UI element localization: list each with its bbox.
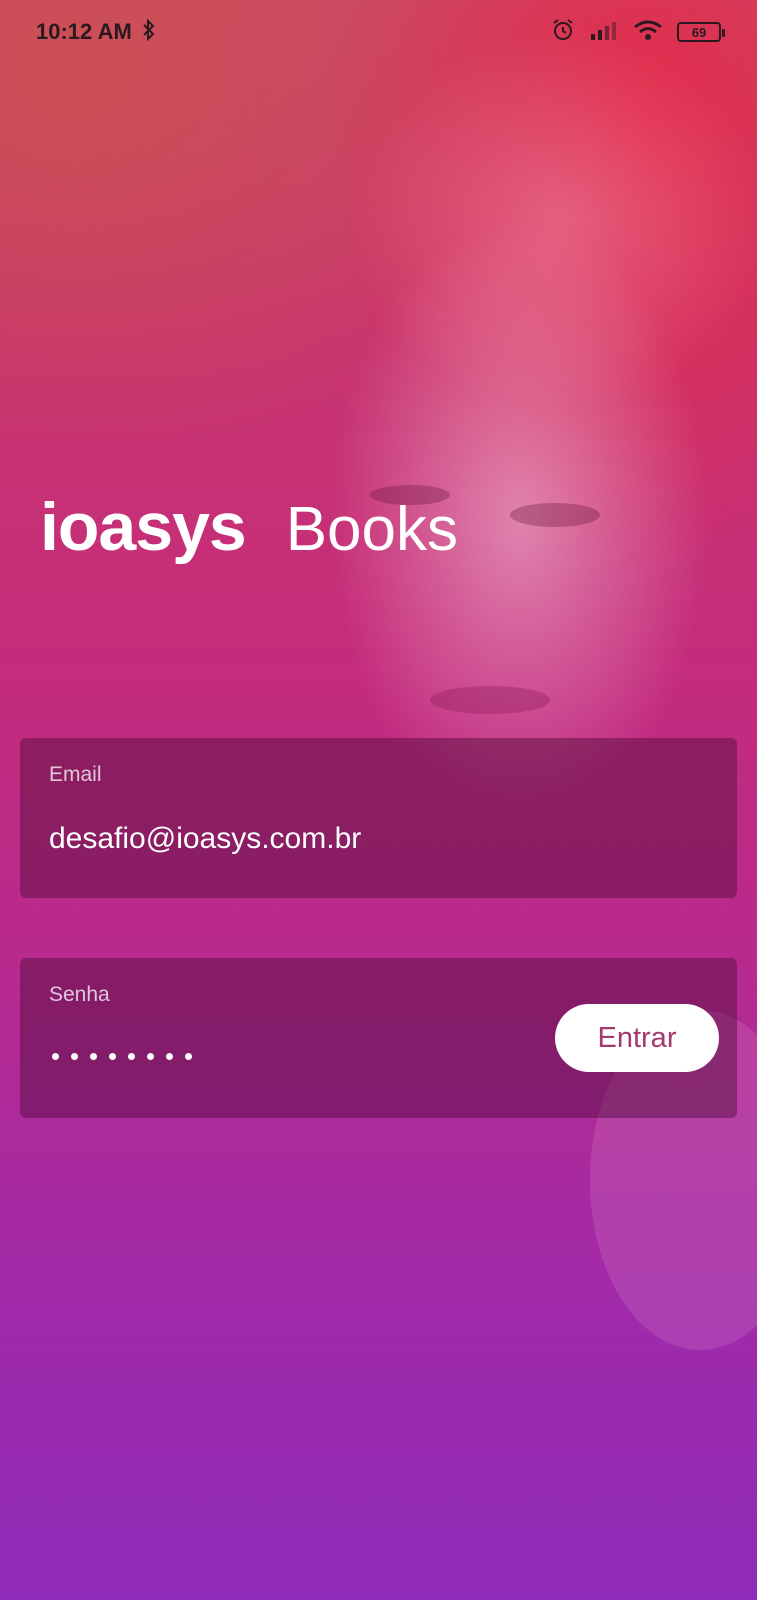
email-label: Email bbox=[49, 763, 102, 786]
password-dot bbox=[147, 1053, 154, 1060]
alarm-icon bbox=[551, 18, 575, 47]
password-dot bbox=[52, 1053, 59, 1060]
password-field[interactable]: Senha Entrar bbox=[20, 958, 737, 1118]
password-dot bbox=[128, 1053, 135, 1060]
status-left: 10:12 AM bbox=[36, 18, 156, 46]
status-time: 10:12 AM bbox=[36, 19, 132, 44]
login-button[interactable]: Entrar bbox=[555, 1004, 719, 1072]
signal-icon bbox=[589, 20, 619, 45]
logo-product: Books bbox=[285, 495, 459, 564]
wifi-icon bbox=[633, 19, 663, 46]
password-input[interactable] bbox=[52, 1053, 192, 1060]
logo-brand: ioasys bbox=[40, 489, 247, 565]
bluetooth-icon bbox=[142, 18, 156, 46]
status-right: 69 bbox=[551, 18, 725, 47]
email-field[interactable]: Email desafio@ioasys.com.br bbox=[20, 738, 737, 898]
email-input[interactable]: desafio@ioasys.com.br bbox=[49, 822, 361, 856]
status-bar: 10:12 AM 69 bbox=[0, 0, 757, 64]
password-dot bbox=[166, 1053, 173, 1060]
battery-icon: 69 bbox=[677, 22, 725, 42]
password-dot bbox=[185, 1053, 192, 1060]
password-dot bbox=[109, 1053, 116, 1060]
password-label: Senha bbox=[49, 983, 110, 1006]
password-dot bbox=[71, 1053, 78, 1060]
password-dot bbox=[90, 1053, 97, 1060]
app-logo: ioasys Books bbox=[40, 488, 458, 566]
